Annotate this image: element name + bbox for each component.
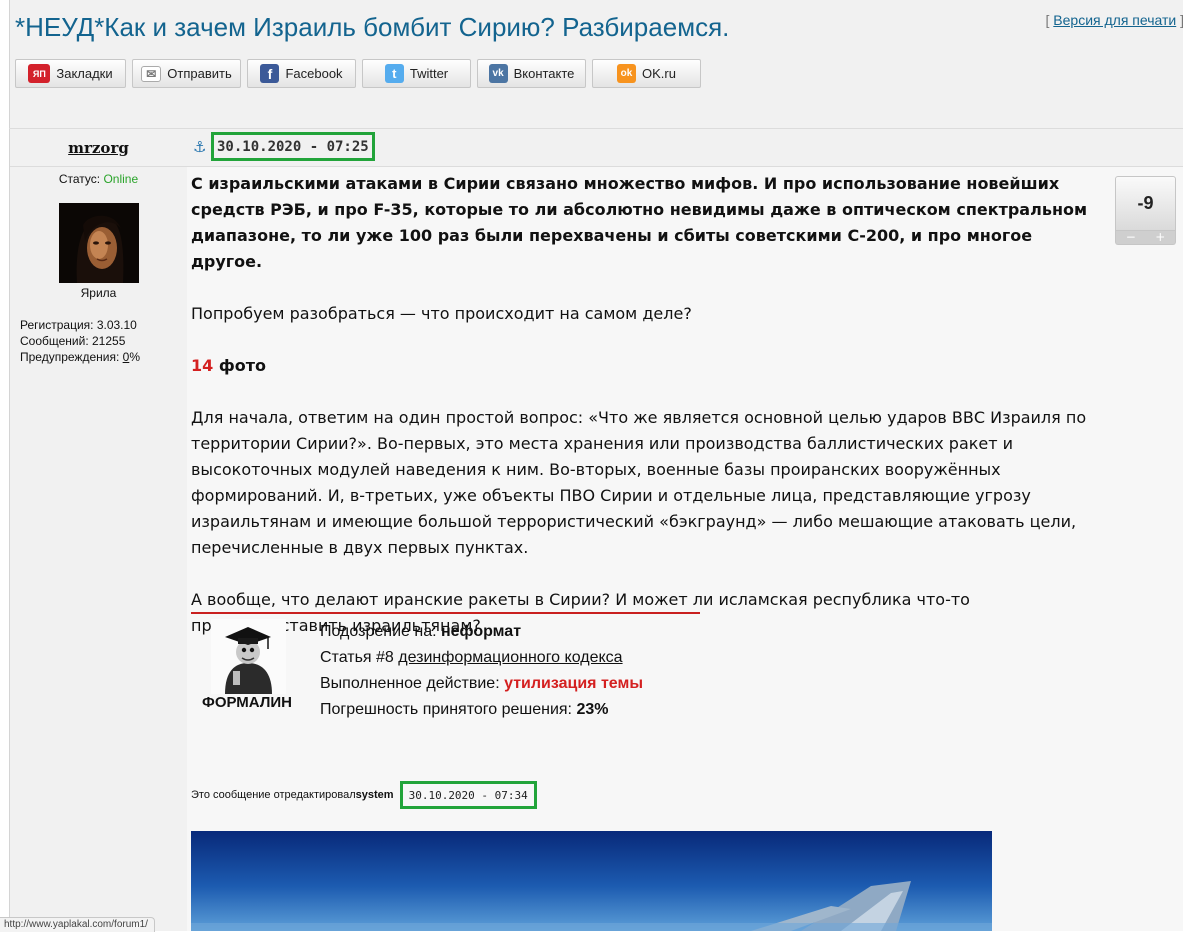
edited-date: 30.10.2020 - 07:34 — [399, 781, 537, 809]
action-value: утилизация темы — [504, 675, 643, 692]
moderation-verdict: Подозрение на: неформат Статья #8 дезинф… — [320, 623, 643, 718]
photo-count: 14 фото — [191, 356, 266, 375]
post-lead: С израильскими атаками в Сирии связано м… — [191, 174, 1088, 271]
post-paragraph: Для начала, ответим на один простой вопр… — [191, 408, 1087, 557]
facebook-icon: f — [260, 64, 280, 83]
rating-plus-button[interactable]: + — [1146, 231, 1176, 244]
share-bar: ЯП Закладки ✉ Отправить f Facebook t Twi… — [15, 59, 701, 88]
post-rating: -9 − + — [1115, 176, 1176, 245]
moderator-name: ФОРМАЛИН — [202, 694, 292, 711]
anchor-icon[interactable]: ⚓ — [193, 138, 206, 156]
graduate-figure-image — [211, 619, 286, 694]
moderation-block: ФОРМАЛИН Подозрение на: неформат Статья … — [191, 619, 891, 719]
browser-status-url: http://www.yaplakal.com/forum1/ — [0, 917, 155, 932]
share-vk-button[interactable]: vk Вконтакте — [477, 59, 586, 88]
moderator-image — [211, 619, 286, 694]
warnings: Предупреждения: 0% — [20, 350, 140, 364]
post-photo[interactable] — [191, 831, 992, 931]
rating-minus-button[interactable]: − — [1116, 231, 1146, 244]
share-bookmarks-button[interactable]: ЯП Закладки — [15, 59, 126, 88]
codex-link[interactable]: дезинформационного кодекса — [398, 649, 622, 666]
edited-note: Это сообщение отредактировал system 30.1… — [191, 781, 537, 809]
avatar-portrait-image — [59, 203, 139, 283]
print-version-link[interactable]: Версия для печати — [1053, 12, 1176, 28]
avatar-caption: Ярила — [80, 286, 117, 300]
envelope-icon: ✉ — [141, 65, 162, 82]
vk-icon: vk — [488, 64, 508, 83]
share-ok-button[interactable]: ok OK.ru — [592, 59, 701, 88]
post-paragraph: Попробуем разобраться — что происходит н… — [191, 304, 692, 323]
rating-value: -9 — [1115, 176, 1176, 231]
author-nick: mrzorg — [10, 139, 187, 157]
editor-name: system — [355, 789, 394, 801]
twitter-icon: t — [384, 64, 404, 83]
aircraft-photo-image — [191, 831, 992, 931]
post-date: 30.10.2020 - 07:25 — [211, 132, 375, 161]
share-email-button[interactable]: ✉ Отправить — [132, 59, 241, 88]
topic-title: *НЕУД*Как и зачем Израиль бомбит Сирию? … — [15, 12, 730, 42]
avatar[interactable] — [59, 203, 139, 283]
topic-header: *НЕУД*Как и зачем Израиль бомбит Сирию? … — [9, 0, 1183, 128]
post-count: Сообщений: 21255 — [20, 334, 126, 348]
post-header: ⚓ 30.10.2020 - 07:25 — [187, 129, 1183, 167]
moderation-divider — [191, 612, 700, 614]
yap-bookmarks-icon: ЯП — [28, 64, 51, 83]
online-status: Online — [103, 172, 139, 186]
registration-date: Регистрация: 3.03.10 — [20, 318, 137, 332]
error-value: 23% — [576, 701, 609, 718]
rating-buttons: − + — [1115, 231, 1176, 245]
ok-icon: ok — [617, 64, 637, 83]
suspicion-value: неформат — [440, 623, 522, 640]
share-twitter-button[interactable]: t Twitter — [362, 59, 471, 88]
author-status: Статус: Online — [58, 172, 139, 186]
author-stats: Регистрация: 3.03.10 Сообщений: 21255 Пр… — [20, 317, 140, 365]
share-facebook-button[interactable]: f Facebook — [247, 59, 356, 88]
post-body: С израильскими атаками в Сирии связано м… — [191, 171, 1096, 639]
divider — [10, 166, 187, 167]
author-panel: mrzorg Статус: Online Ярила Регистрация:… — [9, 129, 188, 931]
print-version: [ Версия для печати ] — [1045, 12, 1183, 28]
post: ⚓ 30.10.2020 - 07:25 -9 − + С израильски… — [187, 129, 1183, 931]
author-profile-link[interactable]: mrzorg — [68, 139, 129, 157]
